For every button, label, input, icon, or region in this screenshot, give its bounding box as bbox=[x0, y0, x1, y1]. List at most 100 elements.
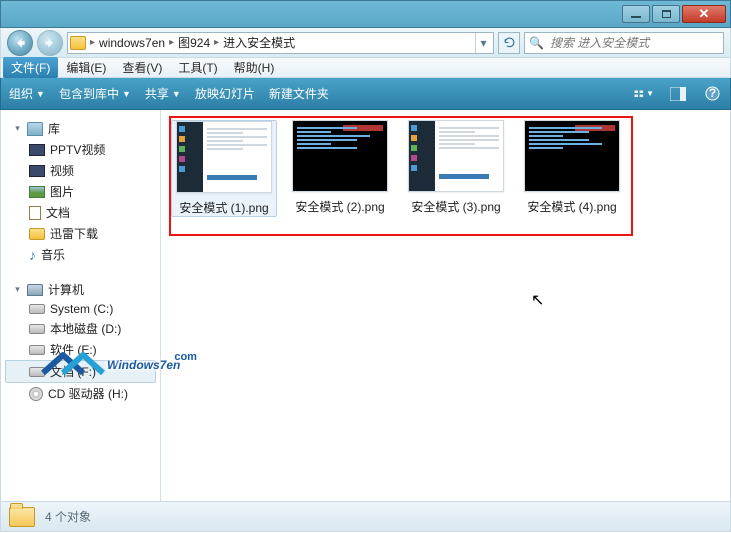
sidebar-label: 软件 (E:) bbox=[50, 341, 97, 358]
client-area: ▾库 PPTV视频 视频 图片 文档 迅雷下载 ♪ 音乐 ▾ 计算机 System … bbox=[0, 110, 731, 502]
video-icon bbox=[29, 165, 45, 177]
folder-icon bbox=[29, 228, 45, 240]
slideshow-label: 放映幻灯片 bbox=[195, 85, 255, 102]
sidebar-label: 本地磁盘 (D:) bbox=[50, 320, 121, 337]
status-bar: 4 个对象 bbox=[0, 502, 731, 532]
menu-file[interactable]: 文件(F) bbox=[3, 57, 58, 78]
svg-text:?: ? bbox=[708, 86, 715, 100]
sidebar-label: PPTV视频 bbox=[50, 141, 105, 158]
menu-tools[interactable]: 工具(T) bbox=[170, 57, 225, 78]
music-icon: ♪ bbox=[29, 247, 36, 263]
sidebar-item-soft-e[interactable]: 软件 (E:) bbox=[5, 339, 156, 360]
folder-icon bbox=[70, 36, 86, 50]
chevron-down-icon: ▼ bbox=[122, 89, 131, 99]
preview-pane-button[interactable] bbox=[668, 85, 688, 103]
breadcrumb-seg-2[interactable]: 图924 bbox=[174, 34, 214, 51]
search-box[interactable]: 🔍 bbox=[524, 32, 724, 54]
menu-help[interactable]: 帮助(H) bbox=[226, 57, 283, 78]
library-icon bbox=[27, 122, 43, 136]
thumbnail-preview bbox=[524, 120, 620, 192]
file-name: 安全模式 (2).png bbox=[287, 198, 393, 215]
new-folder-button[interactable]: 新建文件夹 bbox=[269, 85, 329, 102]
video-icon bbox=[29, 144, 45, 156]
computer-icon bbox=[27, 284, 43, 296]
thumbnails-icon bbox=[634, 86, 644, 102]
sidebar-item-videos[interactable]: 视频 bbox=[5, 160, 156, 181]
organize-button[interactable]: 组织▼ bbox=[9, 85, 45, 102]
address-bar[interactable]: ▸ windows7en ▸ 图924 ▸ 进入安全模式 ▾ bbox=[67, 32, 494, 54]
sidebar-label: 迅雷下载 bbox=[50, 225, 98, 242]
include-library-button[interactable]: 包含到库中▼ bbox=[59, 85, 131, 102]
status-item-count: 4 个对象 bbox=[45, 508, 91, 525]
menu-view[interactable]: 查看(V) bbox=[114, 57, 170, 78]
sidebar-item-cd-h[interactable]: CD 驱动器 (H:) bbox=[5, 383, 156, 404]
file-name: 安全模式 (4).png bbox=[519, 198, 625, 215]
thumbnail-grid: 安全模式 (1).png 安全模式 (2).png 安全模式 (3).png 安… bbox=[171, 120, 720, 217]
refresh-button[interactable] bbox=[498, 32, 520, 54]
sidebar-label: 文档 bbox=[46, 204, 70, 221]
sidebar-label: CD 驱动器 (H:) bbox=[48, 385, 128, 402]
watermark-com: com bbox=[174, 351, 197, 363]
thumbnail-preview bbox=[292, 120, 388, 192]
sidebar-item-music[interactable]: ♪ 音乐 bbox=[5, 244, 156, 265]
maximize-button[interactable] bbox=[652, 5, 680, 23]
drive-icon bbox=[29, 345, 45, 355]
view-mode-button[interactable]: ▼ bbox=[634, 85, 654, 103]
sidebar-item-doc-f[interactable]: 文档 (F:) bbox=[5, 360, 156, 383]
sidebar-item-pictures[interactable]: 图片 bbox=[5, 181, 156, 202]
file-item[interactable]: 安全模式 (3).png bbox=[403, 120, 509, 217]
menu-edit[interactable]: 编辑(E) bbox=[58, 57, 114, 78]
search-input[interactable] bbox=[548, 35, 719, 51]
breadcrumb-seg-3[interactable]: 进入安全模式 bbox=[219, 34, 299, 51]
thumbnail-preview bbox=[408, 120, 504, 192]
minimize-button[interactable] bbox=[622, 5, 650, 23]
file-name: 安全模式 (1).png bbox=[172, 199, 276, 216]
command-toolbar: 组织▼ 包含到库中▼ 共享▼ 放映幻灯片 新建文件夹 ▼ ? bbox=[0, 78, 731, 110]
cd-icon bbox=[29, 387, 43, 401]
back-arrow-icon bbox=[13, 36, 27, 50]
sidebar-item-local-d[interactable]: 本地磁盘 (D:) bbox=[5, 318, 156, 339]
sidebar-label: 图片 bbox=[50, 183, 74, 200]
sidebar-item-system-c[interactable]: System (C:) bbox=[5, 300, 156, 318]
collapse-icon: ▾ bbox=[13, 285, 22, 294]
chevron-down-icon: ▼ bbox=[36, 89, 45, 99]
sidebar-item-downloads[interactable]: 迅雷下载 bbox=[5, 223, 156, 244]
sidebar-label: 库 bbox=[48, 120, 60, 137]
file-name: 安全模式 (3).png bbox=[403, 198, 509, 215]
slideshow-button[interactable]: 放映幻灯片 bbox=[195, 85, 255, 102]
sidebar-label: 计算机 bbox=[48, 281, 84, 298]
sidebar-label: 音乐 bbox=[41, 246, 65, 263]
folder-icon bbox=[9, 507, 35, 527]
breadcrumb-seg-1[interactable]: windows7en bbox=[95, 36, 169, 50]
help-button[interactable]: ? bbox=[702, 85, 722, 103]
navigation-pane: ▾库 PPTV视频 视频 图片 文档 迅雷下载 ♪ 音乐 ▾ 计算机 System … bbox=[1, 110, 161, 501]
mouse-cursor-icon: ↖ bbox=[531, 290, 544, 310]
close-button[interactable]: ✕ bbox=[682, 5, 726, 23]
file-list-pane[interactable]: 安全模式 (1).png 安全模式 (2).png 安全模式 (3).png 安… bbox=[161, 110, 730, 501]
sidebar-label: 视频 bbox=[50, 162, 74, 179]
minimize-icon bbox=[631, 16, 641, 18]
back-button[interactable] bbox=[7, 30, 33, 56]
sidebar-item-pptv[interactable]: PPTV视频 bbox=[5, 139, 156, 160]
help-icon: ? bbox=[705, 86, 720, 101]
forward-button[interactable] bbox=[37, 30, 63, 56]
chevron-down-icon: ▼ bbox=[646, 89, 654, 98]
drive-icon bbox=[29, 304, 45, 314]
sidebar-item-documents[interactable]: 文档 bbox=[5, 202, 156, 223]
close-icon: ✕ bbox=[699, 6, 710, 22]
sidebar-item-computer[interactable]: ▾ 计算机 bbox=[5, 279, 156, 300]
drive-icon bbox=[29, 367, 45, 377]
history-dropdown[interactable]: ▾ bbox=[475, 33, 491, 53]
file-item[interactable]: 安全模式 (4).png bbox=[519, 120, 625, 217]
sidebar-item-libraries[interactable]: ▾库 bbox=[5, 118, 156, 139]
file-item[interactable]: 安全模式 (1).png bbox=[171, 120, 277, 217]
include-label: 包含到库中 bbox=[59, 85, 119, 102]
share-button[interactable]: 共享▼ bbox=[145, 85, 181, 102]
thumbnail-preview bbox=[176, 121, 272, 193]
chevron-down-icon: ▾ bbox=[480, 36, 486, 50]
maximize-icon bbox=[662, 10, 671, 18]
chevron-down-icon: ▼ bbox=[172, 89, 181, 99]
sidebar-label: System (C:) bbox=[50, 302, 113, 316]
file-item[interactable]: 安全模式 (2).png bbox=[287, 120, 393, 217]
share-label: 共享 bbox=[145, 85, 169, 102]
